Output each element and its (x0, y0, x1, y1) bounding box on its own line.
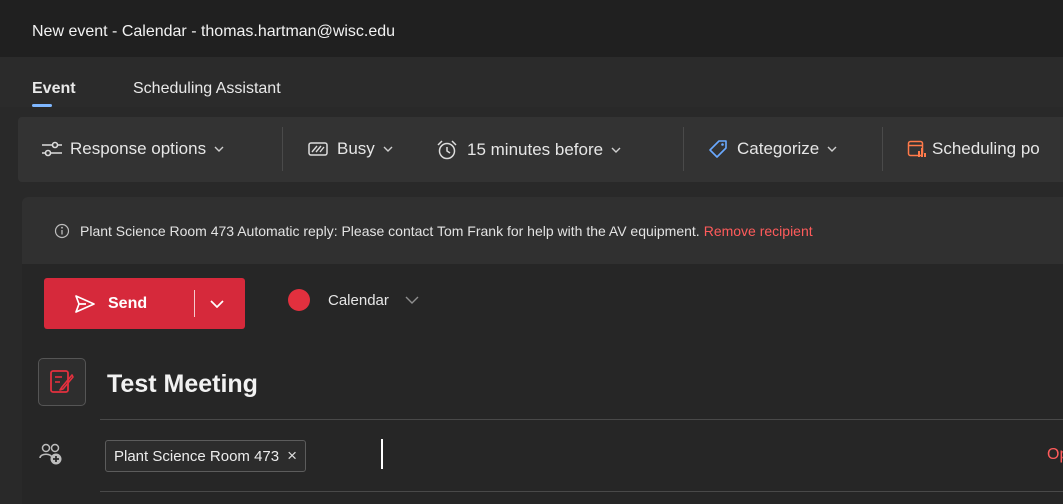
tab-scheduling-assistant[interactable]: Scheduling Assistant (133, 80, 281, 98)
tab-event-label: Event (32, 80, 76, 97)
busy-status-icon (308, 142, 328, 156)
info-message: Plant Science Room 473 Automatic reply: … (80, 222, 700, 239)
tab-scheduling-assistant-label: Scheduling Assistant (133, 80, 281, 97)
send-label: Send (108, 294, 148, 312)
options-link[interactable]: Opti (1047, 446, 1063, 464)
chevron-down-icon (611, 147, 621, 153)
chevron-down-icon (383, 146, 393, 152)
reminder-button[interactable]: 15 minutes before (436, 139, 621, 161)
tab-event[interactable]: Event (32, 80, 76, 107)
scheduling-poll-label: Scheduling po (932, 139, 1040, 158)
send-icon (75, 294, 95, 313)
reminder-label: 15 minutes before (467, 140, 604, 159)
scheduling-poll-icon (907, 140, 926, 157)
attendee-chip-label: Plant Science Room 473 (114, 447, 280, 465)
toolbar-divider (882, 127, 883, 171)
scheduling-poll-button[interactable]: Scheduling po (907, 139, 1040, 159)
alarm-clock-icon (437, 140, 457, 160)
toolbar-divider (282, 127, 283, 171)
chevron-down-icon (827, 146, 837, 152)
categorize-button[interactable]: Categorize (708, 139, 837, 159)
active-tab-indicator (32, 104, 52, 107)
busy-status-button[interactable]: Busy (308, 139, 393, 159)
attendees-icon (39, 443, 62, 465)
info-icon (54, 223, 70, 238)
attendee-chip[interactable]: Plant Science Room 473 × (105, 440, 307, 472)
chevron-down-icon (214, 146, 224, 152)
busy-status-label: Busy (337, 139, 375, 158)
send-split-divider (194, 290, 195, 317)
chevron-down-icon (405, 296, 419, 304)
toolbar-divider (683, 127, 684, 171)
response-options-button[interactable]: Response options (40, 139, 224, 159)
response-options-label: Response options (70, 139, 207, 158)
tab-bar: Event Scheduling Assistant (0, 57, 1063, 107)
calendar-selector[interactable]: Calendar (288, 289, 419, 311)
tag-icon (709, 140, 727, 158)
event-title-field[interactable]: Test Meeting (100, 357, 1063, 420)
remove-recipient-link[interactable]: Remove recipient (704, 223, 813, 239)
chevron-down-icon[interactable] (210, 300, 224, 308)
compose-panel: Plant Science Room 473 Automatic reply: … (22, 197, 1063, 504)
send-button[interactable]: Send (44, 278, 245, 329)
remove-attendee-icon[interactable]: × (287, 446, 297, 466)
calendar-color-dot (288, 289, 310, 311)
ribbon-toolbar: Response options Busy 15 minutes before … (18, 117, 1063, 182)
attendees-field[interactable]: Plant Science Room 473 × Opti (100, 420, 1063, 492)
info-bar: Plant Science Room 473 Automatic reply: … (22, 197, 1063, 264)
window-title: New event - Calendar - thomas.hartman@wi… (32, 23, 396, 40)
response-options-icon (42, 141, 62, 157)
text-cursor (381, 439, 383, 469)
calendar-label: Calendar (328, 291, 389, 309)
event-title-text: Test Meeting (107, 370, 258, 398)
categorize-label: Categorize (737, 139, 820, 158)
window-titlebar: New event - Calendar - thomas.hartman@wi… (0, 0, 1063, 57)
event-notes-icon (38, 358, 86, 406)
